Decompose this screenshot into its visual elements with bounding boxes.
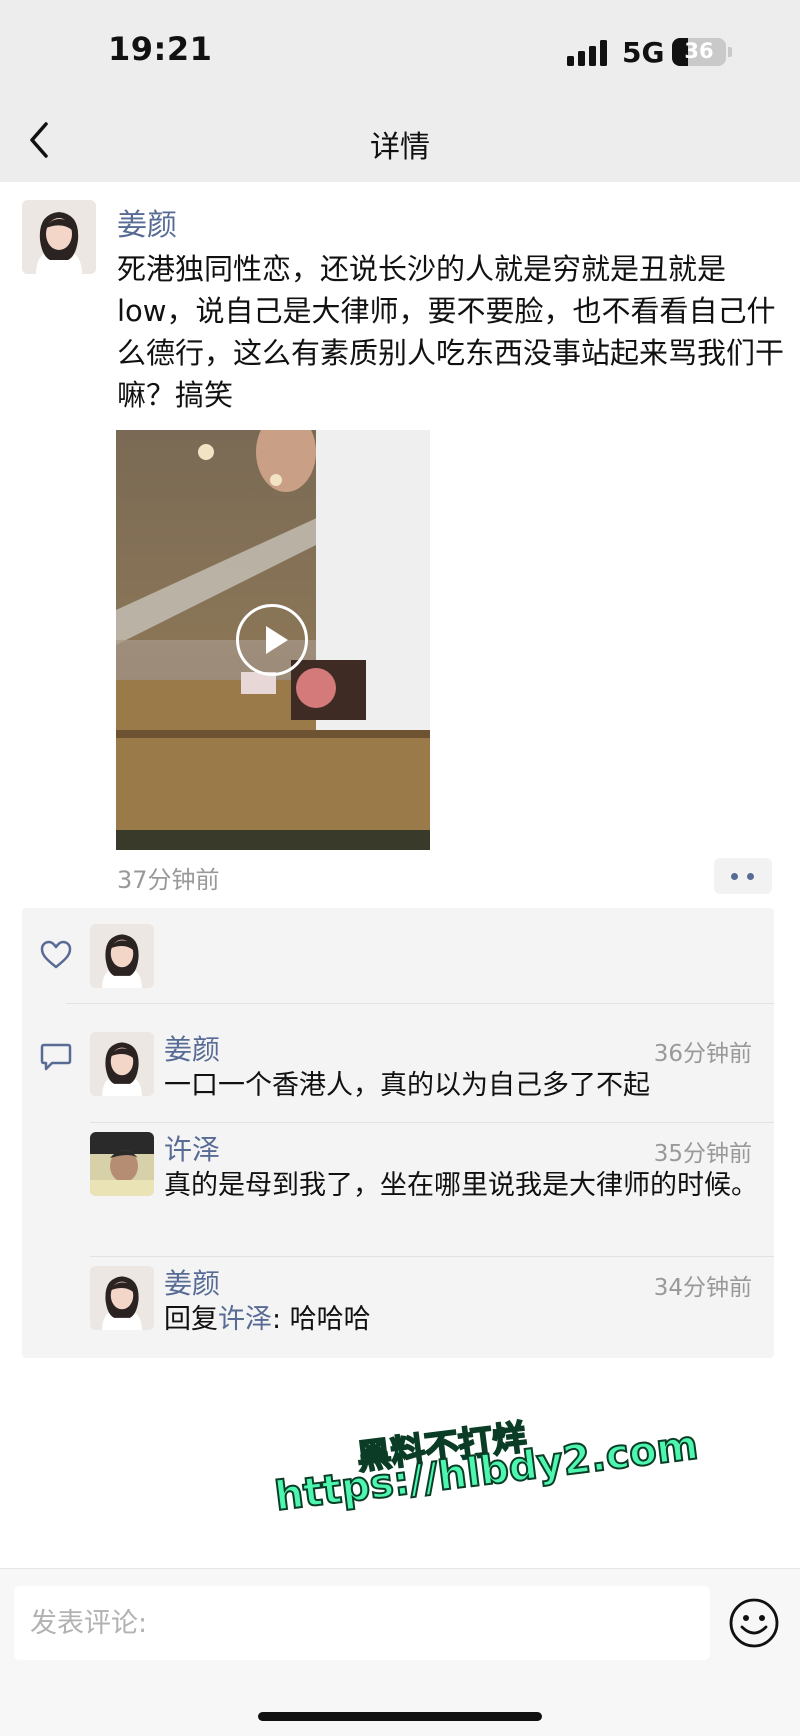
comment-text: 一口一个香港人，真的以为自己多了不起 bbox=[164, 1070, 650, 1101]
reply-text: : 哈哈哈 bbox=[272, 1304, 371, 1335]
post-author-avatar[interactable] bbox=[22, 200, 96, 274]
play-icon[interactable] bbox=[236, 604, 308, 676]
battery-icon: 36 bbox=[672, 38, 726, 66]
comment-author[interactable]: 许泽 bbox=[164, 1128, 220, 1168]
status-time: 19:21 bbox=[108, 30, 213, 68]
divider bbox=[66, 1003, 774, 1004]
commenter-avatar[interactable] bbox=[90, 1266, 154, 1330]
divider bbox=[90, 1256, 774, 1257]
battery-level: 36 bbox=[684, 39, 714, 63]
comment-timestamp: 35分钟前 bbox=[653, 1141, 752, 1167]
post-text: 死港独同性恋，还说长沙的人就是穷就是丑就是low，说自己是大律师，要不要脸，也不… bbox=[117, 252, 785, 412]
comment-text: 真的是母到我了，坐在哪里说我是大律师的时候。 bbox=[164, 1170, 758, 1201]
video-thumbnail[interactable] bbox=[116, 430, 430, 850]
post-author-name[interactable]: 姜颜 bbox=[117, 200, 177, 244]
comment-timestamp: 36分钟前 bbox=[653, 1041, 752, 1067]
network-type: 5G bbox=[622, 36, 665, 69]
comment-author[interactable]: 姜颜 bbox=[164, 1262, 220, 1302]
more-dots-icon[interactable] bbox=[714, 858, 772, 894]
comment-input[interactable] bbox=[14, 1586, 710, 1660]
reply-prefix: 回复 bbox=[164, 1304, 218, 1335]
post-timestamp: 37分钟前 bbox=[117, 866, 220, 894]
comment-icon bbox=[40, 1042, 72, 1072]
comment-bar bbox=[0, 1568, 800, 1736]
smiley-icon[interactable] bbox=[728, 1597, 780, 1649]
home-indicator[interactable] bbox=[258, 1712, 542, 1721]
page-title: 详情 bbox=[370, 130, 430, 165]
reply-to-name[interactable]: 许泽 bbox=[218, 1304, 272, 1335]
battery-tip bbox=[728, 47, 732, 57]
signal-icon bbox=[567, 40, 609, 66]
commenter-avatar[interactable] bbox=[90, 1032, 154, 1096]
divider bbox=[90, 1122, 774, 1123]
comment-timestamp: 34分钟前 bbox=[653, 1275, 752, 1301]
commenter-avatar[interactable] bbox=[90, 1132, 154, 1196]
heart-outline-icon[interactable] bbox=[40, 940, 72, 970]
liker-avatar[interactable] bbox=[90, 924, 154, 988]
comment-text: 回复许泽: 哈哈哈 bbox=[164, 1300, 744, 1340]
comment-author[interactable]: 姜颜 bbox=[164, 1028, 220, 1068]
top-bar: 19:21 5G 36 详情 bbox=[0, 0, 800, 182]
